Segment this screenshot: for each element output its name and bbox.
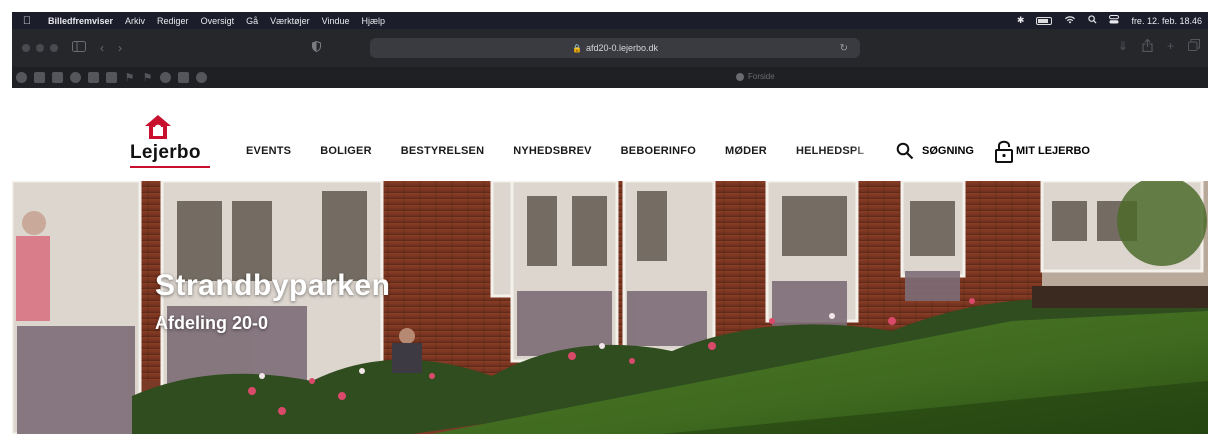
nav-overflow-fade: [852, 140, 876, 162]
lock-icon: 🔒: [571, 43, 582, 53]
close-window-button[interactable]: [22, 44, 30, 52]
favorite-site-icon[interactable]: [178, 72, 189, 83]
address-bar[interactable]: 🔒 afd20-0.lejerbo.dk ↻: [370, 38, 860, 58]
menubar-clock[interactable]: fre. 12. feb. 18.46: [1131, 16, 1202, 26]
hero-subtitle: Afdeling 20-0: [155, 313, 269, 333]
forward-icon[interactable]: ›: [118, 41, 122, 55]
new-tab-icon[interactable]: +: [1167, 39, 1174, 55]
hero-photo: [12, 181, 1208, 434]
logo-underline: [130, 166, 210, 168]
favorite-site-icon[interactable]: [196, 72, 207, 83]
control-center-icon[interactable]: [1109, 15, 1120, 26]
search-label: SØGNING: [922, 145, 974, 157]
privacy-shield-icon[interactable]: [312, 40, 321, 55]
main-navigation: EVENTS BOLIGER BESTYRELSEN NYHEDSBREV BE…: [246, 145, 893, 157]
login-label: MIT LEJERBO: [1016, 145, 1090, 157]
accessibility-person-icon[interactable]: ⚑: [142, 72, 153, 84]
nav-nyhedsbrev[interactable]: NYHEDSBREV: [513, 145, 591, 157]
tab-title-label: Forside: [748, 72, 775, 81]
mit-lejerbo-button[interactable]: MIT LEJERBO: [994, 139, 1090, 163]
zoom-window-button[interactable]: [50, 44, 58, 52]
site-header: Lejerbo EVENTS BOLIGER BESTYRELSEN NYHED…: [12, 88, 1208, 181]
nav-events[interactable]: EVENTS: [246, 145, 291, 157]
nav-moder[interactable]: MØDER: [725, 145, 767, 157]
favorite-site-icon[interactable]: [70, 72, 81, 83]
menu-hjaelp[interactable]: Hjælp: [355, 16, 391, 26]
url-text: afd20-0.lejerbo.dk: [585, 43, 659, 53]
nav-beboerinfo[interactable]: BEBOERINFO: [621, 145, 696, 157]
logo-text: Lejerbo: [130, 142, 201, 163]
battery-icon[interactable]: [1036, 16, 1053, 25]
favorite-site-icon[interactable]: [34, 72, 45, 83]
menu-ga[interactable]: Gå: [240, 16, 264, 26]
sidebar-toggle-icon[interactable]: [72, 41, 86, 55]
menu-arkiv[interactable]: Arkiv: [119, 16, 151, 26]
minimize-window-button[interactable]: [36, 44, 44, 52]
apple-icon[interactable]: : [12, 15, 42, 27]
favorite-site-icon[interactable]: [106, 72, 117, 83]
wifi-icon[interactable]: [1064, 15, 1076, 26]
macos-menu-bar:  Billedfremviser Arkiv Rediger Oversigt…: [12, 12, 1208, 29]
search-button[interactable]: SØGNING: [896, 142, 974, 160]
hero-title: Strandbyparken: [155, 269, 391, 302]
tab-favicon-icon: [736, 72, 744, 81]
favorite-site-icon[interactable]: [16, 72, 27, 83]
menu-oversigt[interactable]: Oversigt: [195, 16, 241, 26]
favorites-bar: ⚑ ⚑ Forside: [12, 67, 1208, 88]
logo-house-icon: [145, 115, 171, 139]
back-icon[interactable]: ‹: [100, 41, 104, 55]
downloads-icon[interactable]: ⇓: [1118, 39, 1128, 55]
menu-vaerktojer[interactable]: Værktøjer: [264, 16, 316, 26]
bluetooth-icon[interactable]: ✱: [1017, 15, 1025, 26]
nav-bestyrelsen[interactable]: BESTYRELSEN: [401, 145, 485, 157]
nav-boliger[interactable]: BOLIGER: [320, 145, 372, 157]
share-icon[interactable]: [1142, 38, 1153, 55]
hero-banner: Strandbyparken Afdeling 20-0: [12, 181, 1208, 434]
reload-icon[interactable]: ↻: [840, 43, 848, 54]
browser-toolbar: ‹ › 🔒 afd20-0.lejerbo.dk ↻ ⇓ +: [12, 29, 1208, 67]
menu-rediger[interactable]: Rediger: [151, 16, 195, 26]
search-icon: [896, 142, 914, 160]
spotlight-search-icon[interactable]: [1088, 15, 1097, 26]
window-controls: [22, 44, 58, 52]
menu-vindue[interactable]: Vindue: [316, 16, 356, 26]
active-tab[interactable]: Forside: [736, 72, 775, 81]
favorite-site-icon[interactable]: [52, 72, 63, 83]
lejerbo-logo[interactable]: Lejerbo: [130, 114, 210, 168]
accessibility-person-icon[interactable]: ⚑: [124, 72, 135, 84]
tab-overview-icon[interactable]: [1188, 39, 1200, 55]
favorite-site-icon[interactable]: [88, 72, 99, 83]
padlock-icon: [995, 140, 1013, 163]
favorite-site-icon[interactable]: [160, 72, 171, 83]
menu-app-name[interactable]: Billedfremviser: [42, 16, 119, 26]
